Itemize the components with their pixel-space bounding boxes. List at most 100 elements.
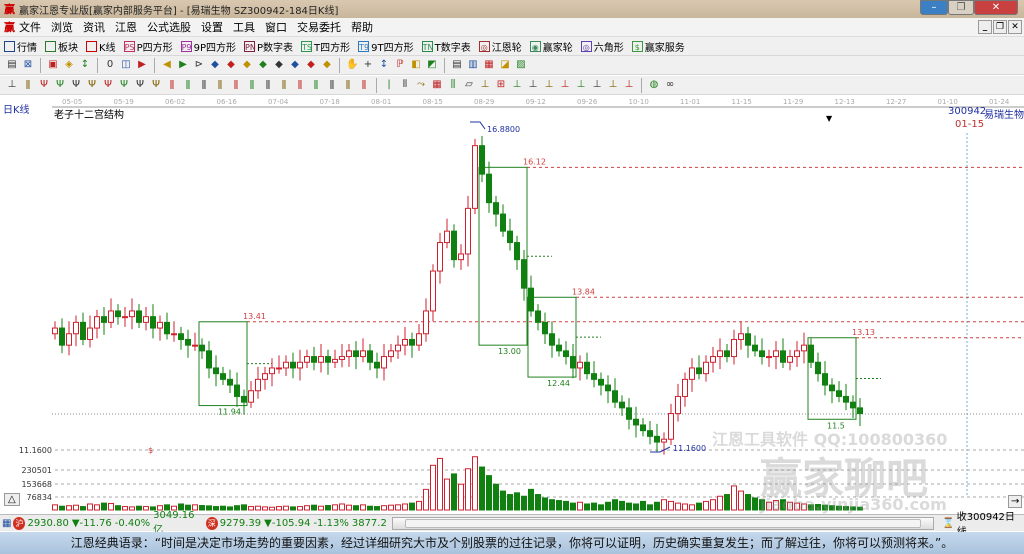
toolbar-button-7[interactable]: T9 9T四方形 bbox=[358, 39, 414, 54]
tool-icon[interactable]: ◆ bbox=[241, 59, 253, 71]
tool-icon[interactable]: ◧ bbox=[410, 59, 422, 71]
mdi-minimize-button[interactable]: _ bbox=[978, 20, 992, 34]
kline-chart-svg[interactable]: 05-05 05-19 06-02 06-16 07-04 07-18 08-01 08-15… bbox=[0, 95, 1024, 513]
tool-icon[interactable]: ⊥ bbox=[591, 79, 603, 91]
scrollbar-thumb[interactable] bbox=[404, 518, 922, 528]
tool-icon[interactable]: ▦ bbox=[431, 79, 443, 91]
tool-icon[interactable]: ⊥ bbox=[527, 79, 539, 91]
tool-icon[interactable]: ⫴ bbox=[399, 79, 411, 91]
tool-icon[interactable]: ⊞ bbox=[495, 79, 507, 91]
tool-icon[interactable]: ⊥ bbox=[511, 79, 523, 91]
tool-icon[interactable]: ◆ bbox=[305, 59, 317, 71]
menu-item-9[interactable]: 帮助 bbox=[351, 21, 373, 34]
tool-icon[interactable]: ǁ bbox=[246, 79, 258, 91]
toolbar-button-9[interactable]: ◎ 江恩轮 bbox=[478, 39, 522, 54]
tool-icon[interactable]: ▱ bbox=[463, 79, 475, 91]
toolbar-button-12[interactable]: $ 赢家服务 bbox=[631, 39, 685, 54]
toolbar-button-0[interactable]: 行情 bbox=[4, 39, 37, 54]
tool-icon[interactable]: Ψ bbox=[134, 79, 146, 91]
tool-icon[interactable]: ▤ bbox=[451, 59, 463, 71]
scroll-left-button[interactable]: △ bbox=[4, 493, 20, 506]
tool-icon[interactable]: ◆ bbox=[289, 59, 301, 71]
tool-icon[interactable]: ǁ bbox=[22, 79, 34, 91]
toolbar-button-8[interactable]: TN T数字表 bbox=[421, 39, 471, 54]
tool-icon[interactable]: ◈ bbox=[63, 59, 75, 71]
tool-icon[interactable]: 0 bbox=[104, 59, 116, 71]
tool-icon[interactable]: ◪ bbox=[499, 59, 511, 71]
tool-icon[interactable]: ◆ bbox=[225, 59, 237, 71]
menu-item-7[interactable]: 窗口 bbox=[265, 21, 287, 34]
tool-icon[interactable]: ⊳ bbox=[193, 59, 205, 71]
menu-item-5[interactable]: 设置 bbox=[201, 21, 223, 34]
calculator-icon[interactable]: ▦ bbox=[2, 518, 11, 529]
tool-icon[interactable]: ↕ bbox=[378, 59, 390, 71]
kline-chart[interactable]: 05-05 05-19 06-02 06-16 07-04 07-18 08-01 08-15… bbox=[0, 95, 1024, 514]
toolbar-button-4[interactable]: P9 9P四方形 bbox=[180, 39, 236, 54]
tool-icon[interactable]: ⊥ bbox=[607, 79, 619, 91]
minimize-button[interactable]: – bbox=[920, 0, 948, 15]
tool-icon[interactable]: ◆ bbox=[321, 59, 333, 71]
tool-icon[interactable]: ◩ bbox=[426, 59, 438, 71]
mdi-close-button[interactable]: ✕ bbox=[1008, 20, 1022, 34]
tool-icon[interactable]: ⊥ bbox=[575, 79, 587, 91]
tool-icon[interactable]: ▣ bbox=[47, 59, 59, 71]
tool-icon[interactable]: Ψ bbox=[38, 79, 50, 91]
tool-icon[interactable]: ℙ bbox=[394, 59, 406, 71]
tool-icon[interactable]: ǁ bbox=[342, 79, 354, 91]
menu-item-3[interactable]: 江恩 bbox=[115, 21, 137, 34]
tool-icon[interactable]: ǁ bbox=[230, 79, 242, 91]
tool-icon[interactable]: ▦ bbox=[483, 59, 495, 71]
toolbar-button-3[interactable]: PS P四方形 bbox=[123, 39, 173, 54]
tool-icon[interactable]: ⊥ bbox=[6, 79, 18, 91]
scroll-right-button[interactable]: → bbox=[1008, 495, 1023, 508]
tool-icon[interactable]: ▶ bbox=[177, 59, 189, 71]
menu-item-6[interactable]: 工具 bbox=[233, 21, 255, 34]
tool-icon[interactable]: Ψ bbox=[70, 79, 82, 91]
tool-icon[interactable]: ▨ bbox=[515, 59, 527, 71]
tool-icon[interactable]: ◆ bbox=[209, 59, 221, 71]
tool-icon[interactable]: ǁ bbox=[294, 79, 306, 91]
toolbar-button-6[interactable]: TS T四方形 bbox=[301, 39, 350, 54]
tool-icon[interactable]: Ψ bbox=[86, 79, 98, 91]
tool-icon[interactable]: | bbox=[383, 79, 395, 91]
tool-icon[interactable]: ⊥ bbox=[543, 79, 555, 91]
tool-icon[interactable]: ◫ bbox=[120, 59, 132, 71]
tool-icon[interactable]: ⊥ bbox=[623, 79, 635, 91]
tool-icon[interactable]: ⊠ bbox=[22, 59, 34, 71]
restore-button[interactable]: ❐ bbox=[948, 0, 974, 15]
tool-icon[interactable]: ǁ bbox=[278, 79, 290, 91]
tool-icon[interactable]: ⊥ bbox=[479, 79, 491, 91]
menu-item-0[interactable]: 文件 bbox=[19, 21, 41, 34]
toolbar-button-2[interactable]: K线 bbox=[86, 39, 116, 54]
menu-item-8[interactable]: 交易委托 bbox=[297, 21, 341, 34]
toolbar-button-11[interactable]: ◎ 六角形 bbox=[580, 39, 624, 54]
tool-icon[interactable]: ǁ bbox=[326, 79, 338, 91]
tool-icon[interactable]: ǁ bbox=[214, 79, 226, 91]
tool-icon[interactable]: ◆ bbox=[257, 59, 269, 71]
menu-item-4[interactable]: 公式选股 bbox=[147, 21, 191, 34]
tool-icon[interactable]: + bbox=[362, 59, 374, 71]
tool-icon[interactable]: ⤳ bbox=[415, 79, 427, 91]
toolbar-button-10[interactable]: ◉ 赢家轮 bbox=[529, 39, 573, 54]
toolbar-button-1[interactable]: 板块 bbox=[45, 39, 78, 54]
tool-icon[interactable]: ⫼ bbox=[447, 79, 459, 91]
tool-icon[interactable]: Ψ bbox=[54, 79, 66, 91]
toolbar-button-5[interactable]: PN P数字表 bbox=[244, 39, 293, 54]
mdi-restore-button[interactable]: ❐ bbox=[993, 20, 1007, 34]
tool-icon[interactable]: ǁ bbox=[198, 79, 210, 91]
tool-icon[interactable]: ◆ bbox=[273, 59, 285, 71]
tool-icon[interactable]: ǁ bbox=[310, 79, 322, 91]
tool-icon[interactable]: ▶ bbox=[136, 59, 148, 71]
tool-icon[interactable]: ◀ bbox=[161, 59, 173, 71]
tool-icon[interactable]: ↕ bbox=[79, 59, 91, 71]
tool-icon[interactable]: ǁ bbox=[262, 79, 274, 91]
tool-icon[interactable]: ✋ bbox=[346, 59, 358, 71]
menu-item-2[interactable]: 资讯 bbox=[83, 21, 105, 34]
tool-icon[interactable]: ∞ bbox=[664, 79, 676, 91]
tool-icon[interactable]: ▤ bbox=[6, 59, 18, 71]
tool-icon[interactable]: ǁ bbox=[358, 79, 370, 91]
dropdown-arrow-icon[interactable]: ▼ bbox=[826, 114, 832, 123]
tool-icon[interactable]: Ψ bbox=[102, 79, 114, 91]
tool-icon[interactable]: Ψ bbox=[150, 79, 162, 91]
menu-item-1[interactable]: 浏览 bbox=[51, 21, 73, 34]
